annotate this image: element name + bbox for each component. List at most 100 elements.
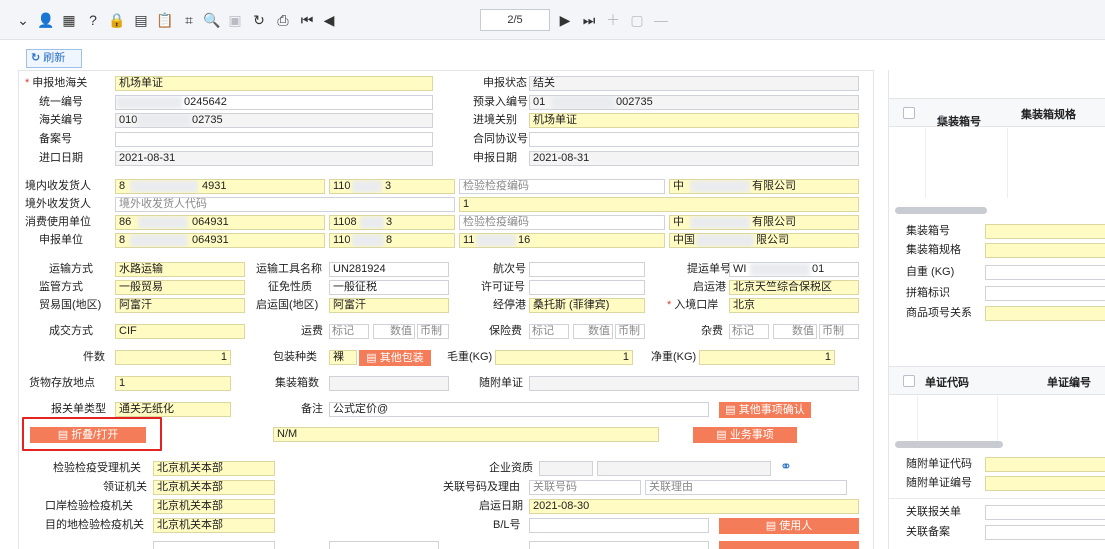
container-no-field[interactable] — [985, 224, 1105, 239]
declare-date-field[interactable]: 2021-08-31 — [529, 151, 859, 166]
insurance-currency[interactable]: 币制 — [615, 324, 645, 339]
item-relation-field[interactable] — [985, 306, 1105, 321]
stop-port-field[interactable]: 桑托斯 (菲律宾) — [529, 298, 645, 313]
consumer-code-a[interactable]: 86 064931 — [115, 215, 325, 230]
calculator-icon[interactable]: ▦ — [60, 11, 78, 29]
entry-port-field[interactable]: 北京 — [729, 298, 859, 313]
net-weight-field[interactable]: 1 — [699, 350, 835, 365]
qualification-code[interactable] — [539, 461, 593, 476]
select-all-checkbox[interactable] — [903, 107, 915, 119]
attached-docs-field[interactable] — [529, 376, 859, 391]
transport-mode-field[interactable]: 水路运输 — [115, 262, 245, 277]
select-all-docs-checkbox[interactable] — [903, 375, 915, 387]
declare-status-field[interactable]: 结关 — [529, 76, 859, 91]
nm-field[interactable]: N/M — [273, 427, 659, 442]
customs-no-field[interactable]: 010 02735 — [115, 113, 433, 128]
chevron-down-icon[interactable]: ⌄ — [14, 11, 32, 29]
related-reason-field[interactable]: 关联理由 — [645, 480, 847, 495]
freight-currency[interactable]: 币制 — [417, 324, 449, 339]
add-icon[interactable]: ＋ — [604, 11, 622, 29]
other-confirm-button[interactable]: ▤ 其他事项确认 — [719, 402, 811, 418]
freight-value[interactable]: 数值 — [373, 324, 415, 339]
exemption-field[interactable]: 一般征税 — [329, 280, 449, 295]
search-icon[interactable]: 🔍 — [203, 11, 221, 29]
bottom-button[interactable] — [719, 541, 859, 549]
dest-ciq-field[interactable]: 北京机关本部 — [153, 518, 275, 533]
declarant-name-field[interactable]: 中国 限公司 — [669, 233, 859, 248]
qualification-name[interactable] — [597, 461, 771, 476]
foreign-name-field[interactable]: 1 — [459, 197, 859, 212]
consumer-name-field[interactable]: 中有限公司 — [669, 215, 859, 230]
consumer-code-b[interactable]: 1108 3 — [329, 215, 455, 230]
container-count-field[interactable] — [329, 376, 449, 391]
domestic-name-field[interactable]: 中有限公司 — [669, 179, 859, 194]
save-icon[interactable]: ▣ — [226, 11, 244, 29]
origin-country-field[interactable]: 阿富汗 — [329, 298, 449, 313]
departure-date-field[interactable]: 2021-08-30 — [529, 499, 859, 514]
port-ciq-field[interactable]: 北京机关本部 — [153, 499, 275, 514]
print-icon[interactable]: ⎙ — [274, 11, 292, 29]
page-indicator[interactable]: 2/5 — [480, 9, 550, 31]
pieces-field[interactable]: 1 — [115, 350, 231, 365]
document-icon[interactable]: ▤ — [132, 11, 150, 29]
refresh-icon[interactable]: ↻ — [250, 11, 268, 29]
domestic-ciq-field[interactable]: 检验检疫编码 — [459, 179, 665, 194]
doc-grid-scrollbar[interactable] — [895, 441, 1003, 448]
freight-mark[interactable]: 标记 — [329, 324, 369, 339]
misc-value[interactable]: 数值 — [773, 324, 817, 339]
contract-field[interactable] — [529, 132, 859, 147]
consumer-ciq-field[interactable]: 检验检疫编码 — [459, 215, 665, 230]
bl-field[interactable]: WI 01 — [729, 262, 859, 277]
gross-weight-field[interactable]: 1 — [495, 350, 633, 365]
declare-customs-field[interactable]: 机场单证 — [115, 76, 433, 91]
lcl-field[interactable] — [985, 286, 1105, 301]
other-package-button[interactable]: ▤ 其他包装 — [359, 350, 431, 366]
vehicle-name-field[interactable]: UN281924 — [329, 262, 449, 277]
container-spec-field[interactable] — [985, 243, 1105, 258]
ciq-office-field[interactable]: 北京机关本部 — [153, 461, 275, 476]
remove-icon[interactable]: — — [652, 11, 670, 29]
user-button[interactable]: ▤ 使用人 — [719, 518, 859, 534]
insurance-mark[interactable]: 标记 — [529, 324, 569, 339]
col-doc-no[interactable]: 单证编号 — [1047, 374, 1091, 390]
link-icon[interactable]: ⚭ — [780, 458, 792, 475]
user-icon[interactable]: 👤 — [37, 11, 55, 29]
remark-field[interactable]: 公式定价@ — [329, 402, 709, 417]
package-type-field[interactable]: 裸 — [329, 350, 357, 365]
trade-country-field[interactable]: 阿富汗 — [115, 298, 245, 313]
prev-page-icon[interactable]: ◀ — [320, 11, 338, 29]
storage-place-field[interactable]: 1 — [115, 376, 231, 391]
pre-entry-field[interactable]: 01 002735 — [529, 95, 859, 110]
bottom-field-c[interactable] — [529, 541, 709, 549]
departure-port-field[interactable]: 北京天竺综合保税区 — [729, 280, 859, 295]
entry-type-field[interactable]: 机场单证 — [529, 113, 859, 128]
record-no-field[interactable] — [115, 132, 433, 147]
cert-office-field[interactable]: 北京机关本部 — [153, 480, 275, 495]
domestic-code-b[interactable]: 110 3 — [329, 179, 455, 194]
deal-mode-field[interactable]: CIF — [115, 324, 245, 339]
business-button[interactable]: ▤ 业务事项 — [693, 427, 797, 443]
bottom-field-b[interactable] — [329, 541, 439, 549]
decl-type-field[interactable]: 通关无纸化 — [115, 402, 231, 417]
help-icon[interactable]: ? — [84, 11, 102, 29]
lock-icon[interactable]: 🔒 — [108, 11, 126, 29]
related-record-field[interactable] — [985, 525, 1105, 540]
declarant-code-b[interactable]: 110 8 — [329, 233, 455, 248]
supervision-field[interactable]: 一般贸易 — [115, 280, 245, 295]
unified-no-field[interactable]: 0245642 — [115, 95, 433, 110]
bottom-field-a[interactable] — [153, 541, 275, 549]
misc-mark[interactable]: 标记 — [729, 324, 769, 339]
first-page-icon[interactable]: ⏮ — [298, 11, 316, 29]
crop-icon[interactable]: ⌗ — [180, 11, 198, 29]
related-no-field[interactable]: 关联号码 — [529, 480, 641, 495]
copy-icon[interactable]: ▢ — [628, 11, 646, 29]
doc-code-field[interactable] — [985, 457, 1105, 472]
doc-no-field[interactable] — [985, 476, 1105, 491]
last-page-icon[interactable]: ⏭ — [580, 11, 598, 29]
license-field[interactable] — [529, 280, 645, 295]
domestic-code-a[interactable]: 8 4931 — [115, 179, 325, 194]
bl-no-field[interactable] — [529, 518, 709, 533]
refresh-button[interactable]: ↻ 刷新 — [26, 49, 82, 68]
container-grid-scrollbar[interactable] — [895, 207, 987, 214]
col-container-spec[interactable]: 集装箱规格 — [1021, 106, 1076, 122]
